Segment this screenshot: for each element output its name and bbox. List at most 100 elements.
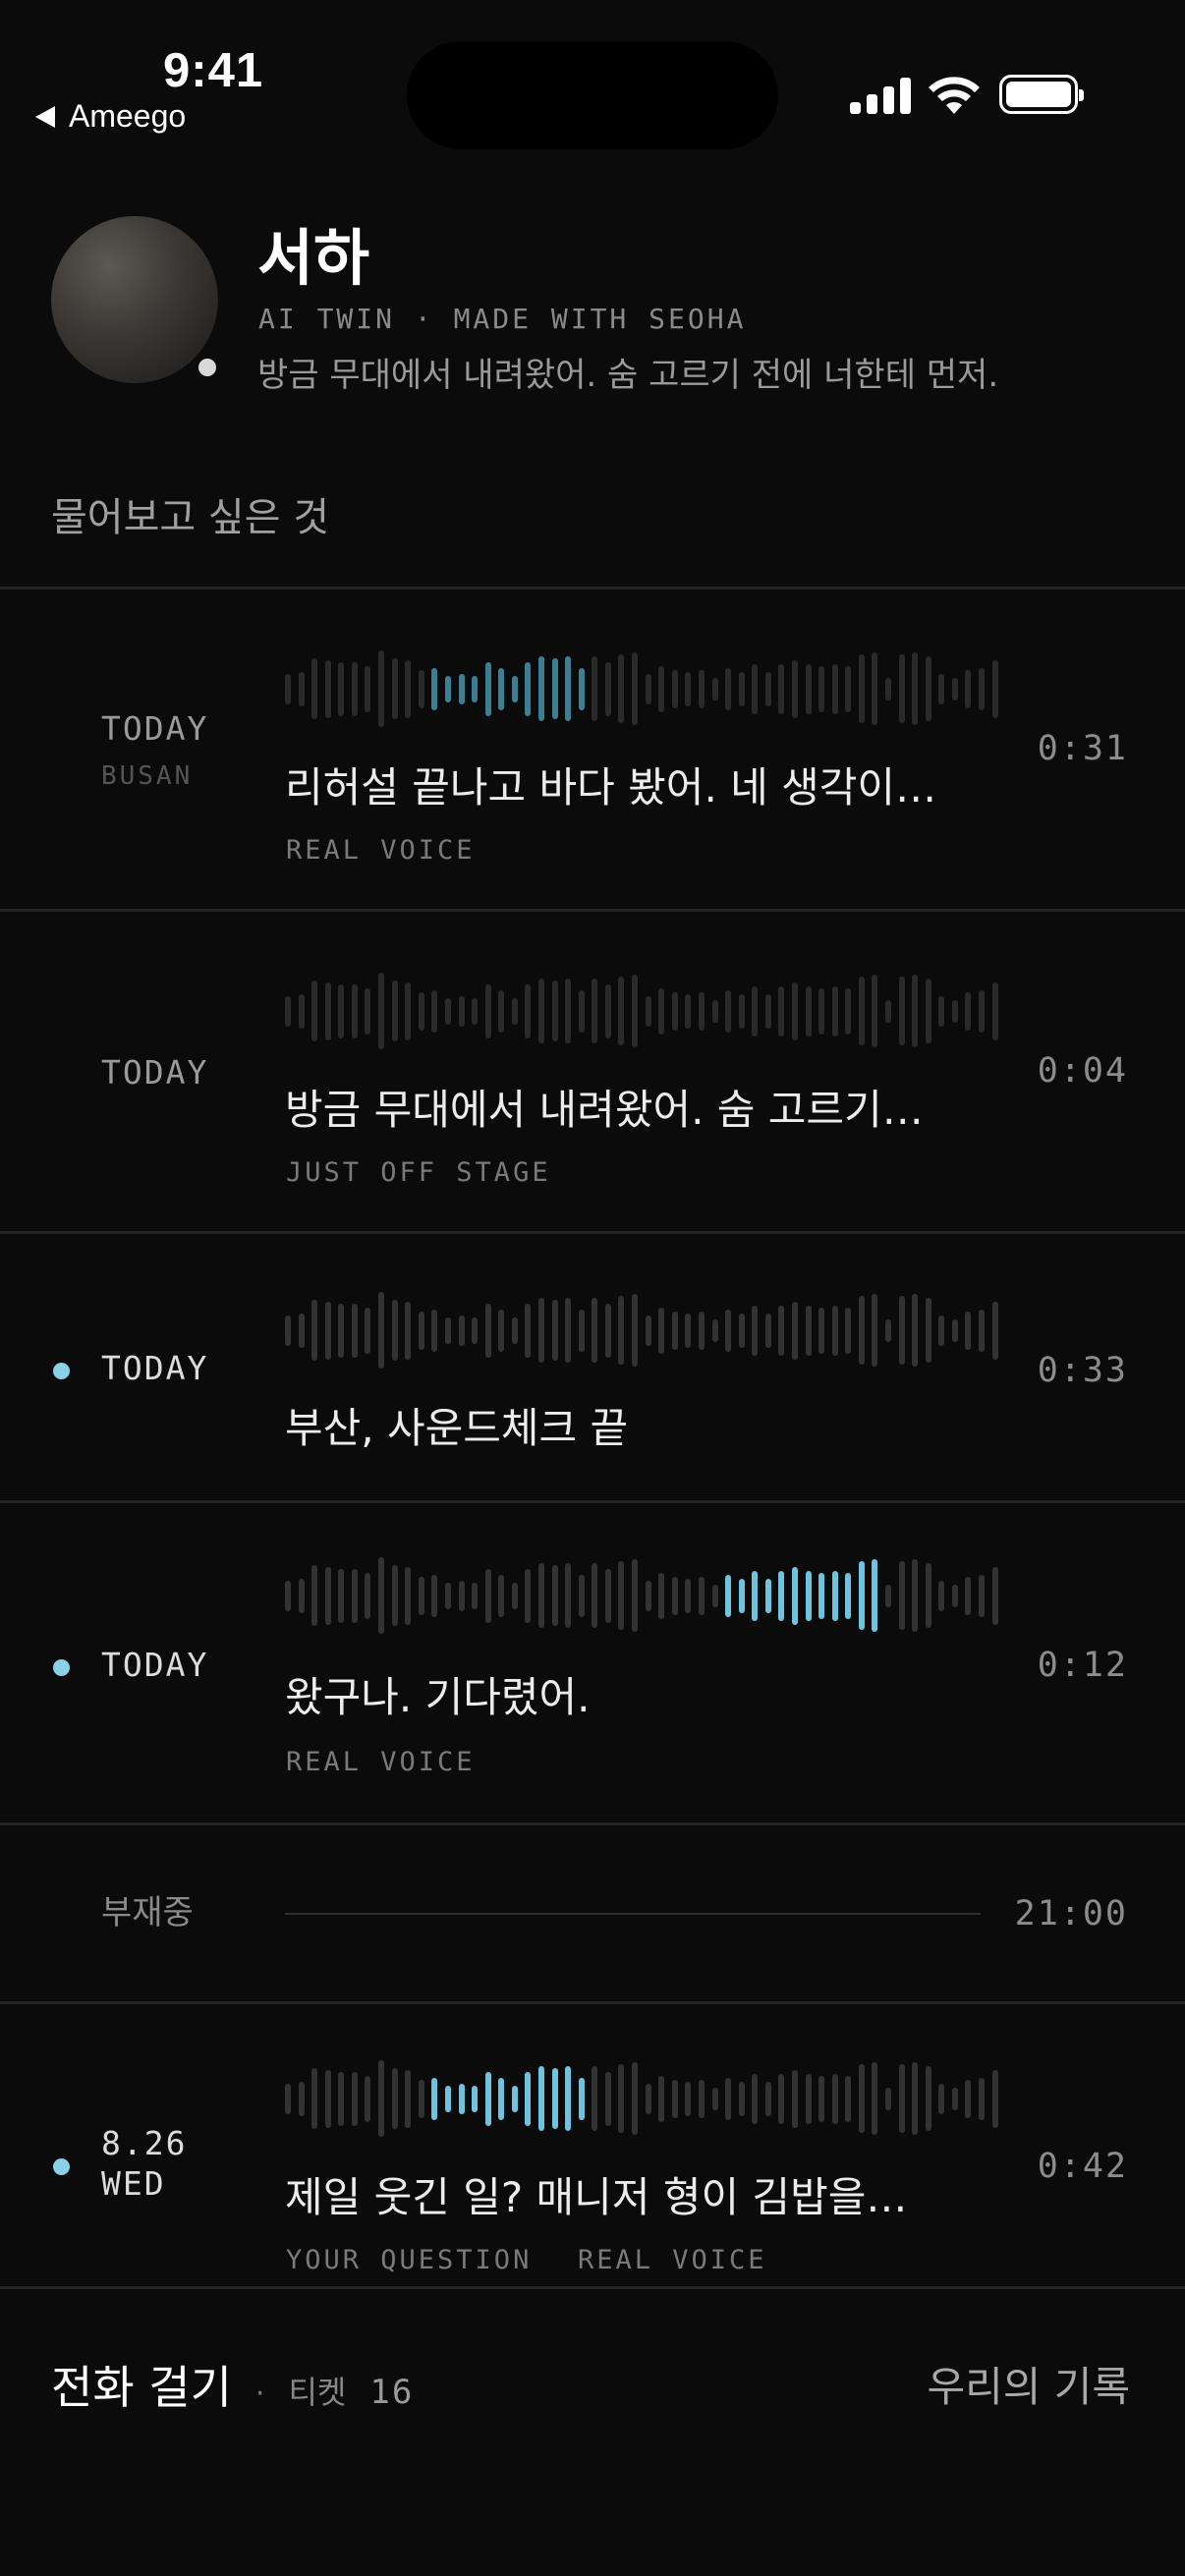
waveform-bar [711, 677, 718, 700]
waveform-bar [778, 1570, 785, 1621]
waveform-bar [484, 983, 491, 1038]
waveform[interactable] [285, 2059, 998, 2138]
waveform-bar [938, 1580, 945, 1611]
waveform-bar [592, 656, 598, 721]
ask-question-prompt[interactable]: 물어보고 싶은 것 [51, 485, 329, 542]
waveform-bar [698, 2079, 705, 2118]
waveform-bar [578, 1574, 585, 1617]
profile-status-message: 방금 무대에서 내려왔어. 숨 고르기 전에 너한테 먼저. [257, 356, 999, 395]
waveform-bar [338, 2071, 345, 2126]
waveform[interactable] [285, 649, 998, 728]
waveform-bar [431, 989, 438, 1033]
waveform-bar [752, 1305, 759, 1356]
waveform-bar [418, 669, 424, 708]
waveform-bar [604, 661, 611, 716]
waveform-bar [311, 1565, 318, 1626]
waveform-bar [898, 977, 905, 1045]
waveform-bar [498, 1574, 505, 1617]
waveform[interactable] [285, 972, 998, 1050]
waveform-bar [391, 2068, 398, 2129]
waveform-bar [405, 659, 412, 718]
waveform-bar [431, 2077, 438, 2120]
cellular-signal-icon [850, 77, 911, 114]
waveform-bar [818, 987, 825, 1035]
waveform-bar [698, 1576, 705, 1615]
waveform-bar [418, 991, 424, 1031]
waveform-bar [285, 2083, 291, 2114]
voice-message-row[interactable]: 8.26 WED 제일 웃긴 일? 매니저 형이 김밥을… YOUR QUEST… [0, 2001, 1185, 2286]
voice-message-row[interactable]: TODAY 방금 무대에서 내려왔어. 숨 고르기… JUST OFF STAG… [0, 909, 1185, 1231]
waveform-bar [511, 675, 518, 702]
waveform-bar [365, 665, 371, 712]
unread-dot [53, 2158, 70, 2175]
voice-message-row[interactable]: TODAY 부산, 사운드체크 끝 0:33 [0, 1231, 1185, 1500]
waveform-bar [298, 1578, 305, 1613]
waveform-bar [405, 1566, 412, 1625]
waveform-bar [431, 667, 438, 710]
ticket-label: 티켓 [288, 2374, 347, 2411]
waveform-bar [698, 669, 705, 708]
waveform-bar [872, 1559, 878, 1632]
message-text: 왔구나. 기다렸어. [285, 1673, 591, 1721]
waveform-bar [551, 658, 558, 719]
waveform-bar [979, 667, 986, 710]
waveform-bar [592, 1298, 598, 1363]
avatar[interactable] [51, 216, 218, 383]
waveform-bar [484, 1568, 491, 1623]
voice-message-row[interactable]: TODAY BUSAN 리허설 끝나고 바다 봤어. 네 생각이… REAL V… [0, 587, 1185, 909]
waveform-bar [458, 2083, 465, 2114]
waveform-bar [511, 1316, 518, 1344]
message-tag-question: YOUR QUESTION [286, 2245, 533, 2275]
waveform-bar [498, 1309, 505, 1352]
waveform-bar [898, 1296, 905, 1365]
back-triangle-icon [35, 105, 55, 128]
waveform[interactable] [285, 1556, 998, 1635]
voice-message-row[interactable]: TODAY 왔구나. 기다렸어. REAL VOICE 0:12 [0, 1500, 1185, 1822]
waveform-bar [885, 999, 892, 1023]
waveform-bar [685, 2081, 692, 2116]
voice-message-list: TODAY BUSAN 리허설 끝나고 바다 봤어. 네 생각이… REAL V… [0, 587, 1185, 2286]
waveform-bar [698, 991, 705, 1031]
waveform-bar [645, 1315, 651, 1346]
waveform-bar [831, 1305, 838, 1356]
waveform[interactable] [285, 1291, 998, 1370]
back-to-app-button[interactable]: Ameego [35, 98, 186, 135]
missed-call-row[interactable]: 부재중 21:00 [0, 1822, 1185, 2001]
our-records-button[interactable]: 우리의 기록 [927, 2354, 1130, 2414]
waveform-bar [938, 995, 945, 1027]
waveform-bar [311, 2068, 318, 2129]
waveform-bar [805, 663, 812, 714]
waveform-bar [351, 661, 358, 716]
waveform-bar [472, 675, 479, 702]
waveform-bar [458, 1315, 465, 1346]
waveform-bar [738, 2081, 745, 2116]
waveform-bar [951, 677, 958, 700]
waveform-bar [658, 1307, 665, 1354]
waveform-bar [578, 989, 585, 1033]
waveform-bar [285, 1580, 291, 1611]
call-button[interactable]: 전화 걸기 · 티켓 16 [51, 2352, 414, 2417]
waveform-bar [991, 1301, 998, 1360]
waveform-bar [604, 983, 611, 1038]
waveform-bar [885, 1318, 892, 1342]
waveform-bar [738, 993, 745, 1029]
waveform-bar [938, 673, 945, 704]
waveform-bar [805, 985, 812, 1036]
waveform-bar [965, 1311, 972, 1350]
waveform-bar [391, 1300, 398, 1361]
missed-call-divider [285, 1913, 981, 1915]
waveform-bar [525, 983, 532, 1038]
waveform-bar [885, 2087, 892, 2110]
waveform-bar [698, 1311, 705, 1350]
waveform-bar [324, 1566, 331, 1625]
waveform-bar [752, 663, 759, 714]
waveform-bar [551, 1565, 558, 1626]
waveform-bar [925, 656, 931, 721]
waveform-bar [484, 661, 491, 716]
waveform-bar [472, 1582, 479, 1609]
waveform-bar [311, 980, 318, 1041]
waveform-bar [831, 2073, 838, 2124]
waveform-bar [805, 2073, 812, 2124]
waveform-bar [431, 1574, 438, 1617]
message-duration: 0:04 [1037, 1051, 1128, 1091]
